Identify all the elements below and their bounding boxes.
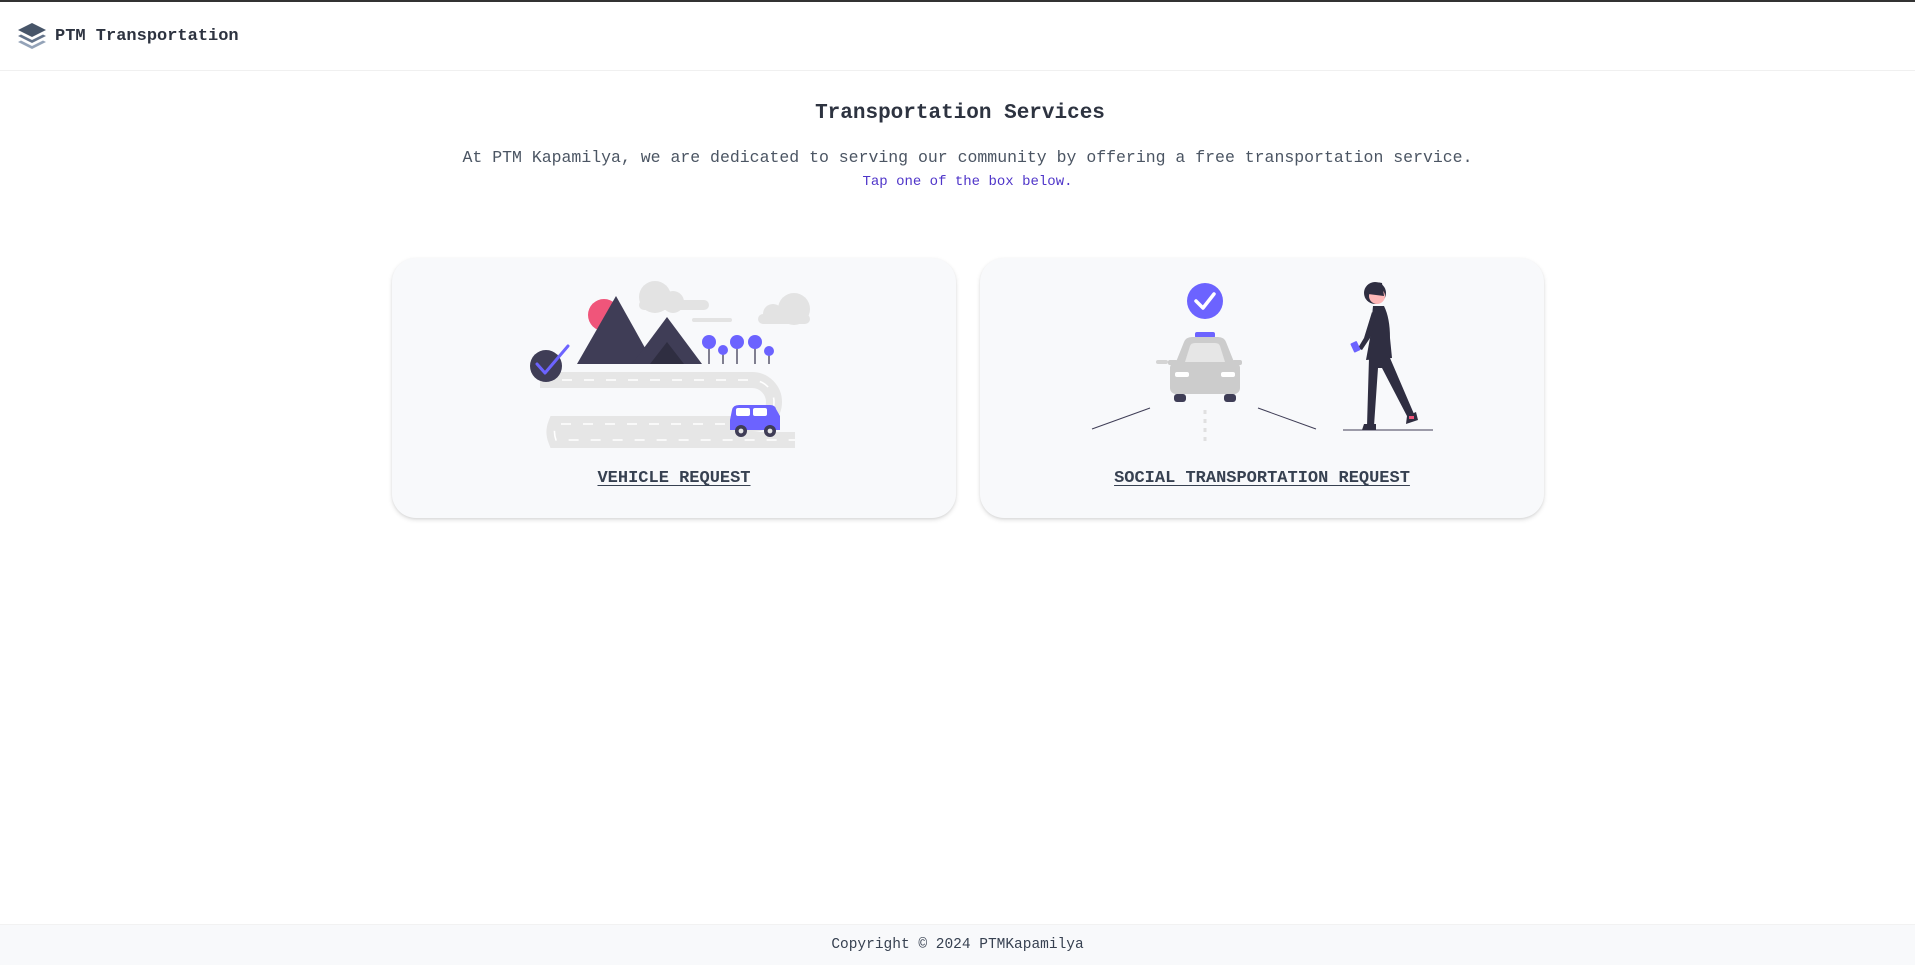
taxi-pickup-illustration (1091, 282, 1433, 442)
vehicle-request-link[interactable]: VEHICLE REQUEST (392, 469, 956, 488)
tap-hint: Tap one of the box below. (862, 174, 1073, 190)
page: PTM Transportation Transportation Servic… (0, 0, 1915, 965)
intro-text: At PTM Kapamilya, we are dedicated to se… (462, 148, 1473, 167)
road-trip-illustration (530, 281, 810, 448)
brand-link[interactable]: PTM Transportation (16, 20, 239, 52)
page-title: Transportation Services (815, 102, 1105, 125)
social-transportation-request-link[interactable]: SOCIAL TRANSPORTATION REQUEST (980, 469, 1544, 488)
top-navbar: PTM Transportation (0, 0, 1915, 71)
copyright-text: Copyright © 2024 PTMKapamilya (831, 937, 1084, 953)
vehicle-request-card[interactable]: VEHICLE REQUEST (392, 258, 956, 518)
brand-title: PTM Transportation (55, 26, 239, 46)
social-transportation-request-card[interactable]: SOCIAL TRANSPORTATION REQUEST (980, 258, 1544, 518)
footer: Copyright © 2024 PTMKapamilya (0, 924, 1915, 965)
layers-icon (16, 20, 48, 52)
